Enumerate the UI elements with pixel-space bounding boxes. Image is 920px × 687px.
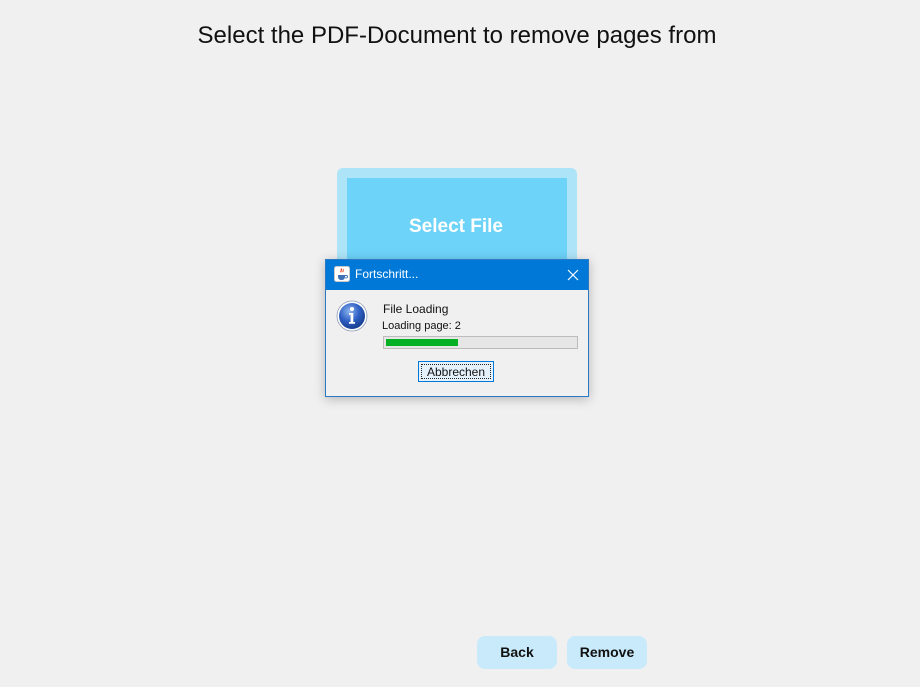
progress-dialog: Fortschritt... File Loading Loading page… — [325, 259, 589, 397]
dialog-message: File Loading — [383, 302, 449, 316]
select-file-label: Select File — [409, 216, 503, 237]
back-label: Back — [500, 644, 534, 660]
java-cup-icon — [334, 266, 350, 282]
dialog-title: Fortschritt... — [355, 267, 419, 281]
cancel-button[interactable]: Abbrechen — [418, 361, 494, 382]
main-window: Select the PDF-Document to remove pages … — [0, 0, 920, 687]
dialog-titlebar[interactable]: Fortschritt... — [326, 260, 588, 290]
page-title: Select the PDF-Document to remove pages … — [197, 22, 717, 49]
remove-label: Remove — [579, 644, 635, 660]
back-button[interactable]: Back — [477, 636, 557, 669]
dialog-status: Loading page: 2 — [382, 320, 461, 332]
info-icon — [336, 300, 368, 332]
progress-bar — [383, 336, 578, 349]
progress-bar-fill — [386, 339, 458, 346]
cancel-label: Abbrechen — [426, 365, 486, 379]
dialog-close-button[interactable] — [558, 260, 588, 290]
remove-button[interactable]: Remove — [567, 636, 647, 669]
close-icon — [567, 269, 579, 281]
